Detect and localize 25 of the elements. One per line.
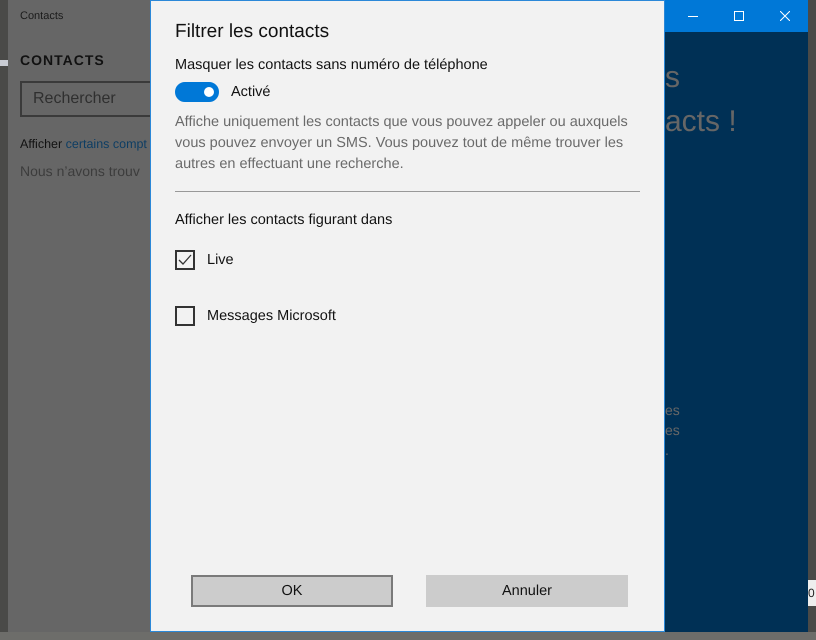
checkbox[interactable] xyxy=(175,306,195,326)
desktop-strip xyxy=(0,60,8,66)
setting-label: Afficher les contacts figurant dans xyxy=(175,212,394,228)
desktop-text: 0 xyxy=(808,580,816,606)
window-title: Contacts xyxy=(20,10,64,22)
pane-text: s xyxy=(665,60,681,96)
toggle-label: Activé xyxy=(231,84,270,100)
pane-text: acts ! xyxy=(665,104,738,140)
cancel-button[interactable]: Annuler xyxy=(426,575,628,607)
ok-button[interactable]: OK xyxy=(191,575,393,607)
pane-text: es xyxy=(665,401,681,420)
checkbox[interactable] xyxy=(175,250,195,270)
checkbox-label: Messages Microsoft xyxy=(207,308,336,324)
setting-label: Masquer les contacts sans numéro de téléphone xyxy=(175,57,489,73)
maximize-icon xyxy=(734,11,744,21)
description-text: Affiche uniquement les contacts que vous pouvez appeler ou auxquels vous pouvez envoyer un SMS. Vous pouvez tout de même trouver les autres en effectuant une recherche. xyxy=(175,113,629,174)
close-icon xyxy=(780,11,790,21)
section-heading: CONTACTS xyxy=(20,52,106,68)
checkbox-label: Live xyxy=(207,252,234,268)
toggle-switch[interactable] xyxy=(175,82,219,102)
pane-text: . xyxy=(665,441,670,460)
filter-text: Afficher certains compt xyxy=(20,137,148,151)
check-icon xyxy=(178,254,192,266)
dialog-title: Filtrer les contacts xyxy=(175,21,330,43)
pane-text: es xyxy=(665,421,681,440)
